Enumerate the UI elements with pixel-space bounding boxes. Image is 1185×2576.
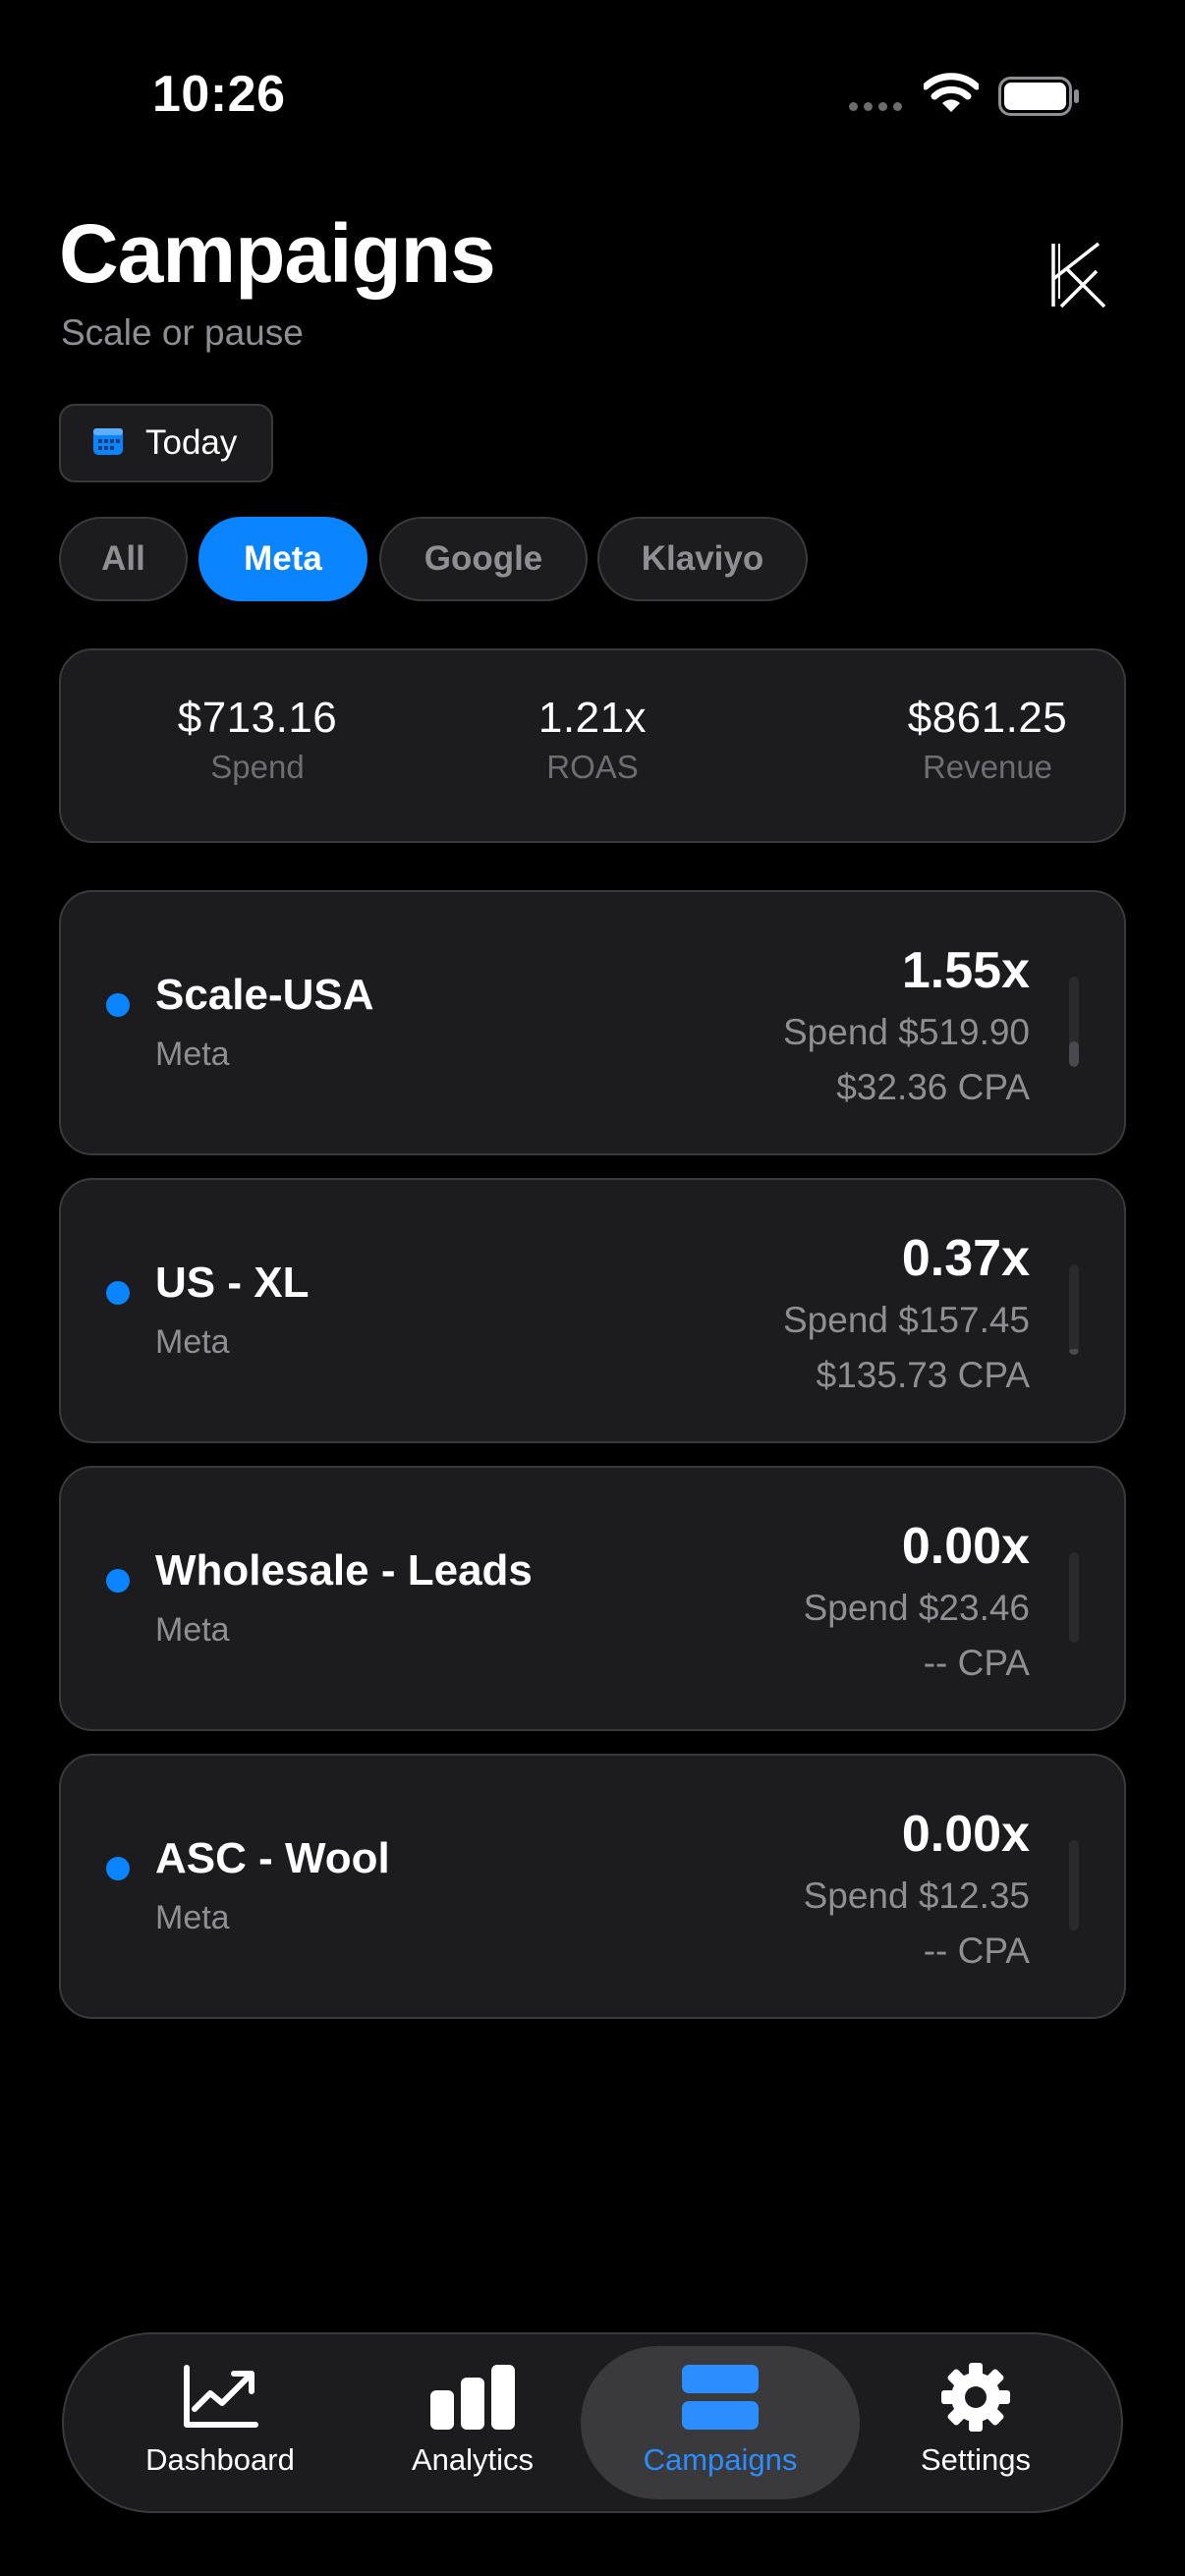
campaign-spend-bar xyxy=(1069,977,1079,1067)
brand-logo-icon xyxy=(1047,240,1108,315)
campaign-card[interactable]: US - XL Meta 0.37x Spend $157.45 $135.73… xyxy=(59,1178,1126,1443)
campaign-cpa: $135.73 CPA xyxy=(816,1355,1030,1395)
campaign-spend: Spend $23.46 xyxy=(803,1588,1030,1628)
battery-icon xyxy=(998,77,1081,121)
page-subtitle: Scale or pause xyxy=(61,312,304,353)
summary-roas: 1.21x ROAS xyxy=(445,694,740,786)
campaign-roas: 1.55x xyxy=(901,942,1030,999)
status-dot-icon xyxy=(106,1281,130,1305)
date-filter-button[interactable]: Today xyxy=(59,404,273,482)
date-filter-label: Today xyxy=(145,423,238,462)
stack-icon xyxy=(682,2362,759,2433)
campaign-name: US - XL xyxy=(155,1259,310,1307)
summary-card: $713.16 Spend 1.21x ROAS $861.25 Revenue xyxy=(59,648,1126,843)
gear-icon xyxy=(939,2362,1012,2433)
chart-line-icon xyxy=(181,2362,259,2433)
campaign-platform: Meta xyxy=(155,1611,230,1649)
campaign-name: Wholesale - Leads xyxy=(155,1546,533,1595)
campaign-cpa: -- CPA xyxy=(923,1643,1030,1683)
bar-chart-icon xyxy=(428,2362,517,2433)
summary-revenue-value: $861.25 xyxy=(907,694,1068,742)
tab-dashboard-label: Dashboard xyxy=(145,2442,295,2477)
summary-revenue-label: Revenue xyxy=(922,749,1053,785)
cellular-signal-icon xyxy=(849,102,902,111)
campaign-card[interactable]: ASC - Wool Meta 0.00x Spend $12.35 -- CP… xyxy=(59,1754,1126,2019)
campaign-spend-bar xyxy=(1069,1264,1079,1355)
campaign-spend-bar xyxy=(1069,1552,1079,1643)
status-dot-icon xyxy=(106,993,130,1017)
calendar-icon xyxy=(92,426,124,461)
tab-analytics-label: Analytics xyxy=(411,2442,535,2477)
status-dot-icon xyxy=(106,1569,130,1593)
tab-bar: Dashboard Analytics Campaigns Settings xyxy=(62,2332,1123,2513)
summary-spend: $713.16 Spend xyxy=(110,694,405,786)
campaign-spend-bar-fill xyxy=(1069,1041,1079,1067)
campaign-platform: Meta xyxy=(155,1323,230,1361)
campaign-roas: 0.00x xyxy=(901,1518,1030,1575)
campaign-spend: Spend $157.45 xyxy=(782,1300,1030,1340)
campaign-roas: 0.37x xyxy=(901,1230,1030,1287)
campaign-spend: Spend $12.35 xyxy=(803,1876,1030,1916)
campaign-name: Scale-USA xyxy=(155,971,374,1019)
campaign-platform: Meta xyxy=(155,1899,230,1936)
campaign-spend-bar xyxy=(1069,1840,1079,1931)
campaign-spend-bar-fill xyxy=(1069,1349,1079,1355)
campaign-spend: Spend $519.90 xyxy=(782,1012,1030,1052)
filter-pill-all[interactable]: All xyxy=(59,517,188,601)
summary-spend-label: Spend xyxy=(210,749,305,785)
campaign-cpa: $32.36 CPA xyxy=(836,1067,1030,1107)
summary-revenue: $861.25 Revenue xyxy=(840,694,1135,786)
campaign-platform: Meta xyxy=(155,1036,230,1073)
summary-spend-value: $713.16 xyxy=(177,694,338,742)
campaign-roas: 0.00x xyxy=(901,1806,1030,1863)
tab-settings-label: Settings xyxy=(920,2442,1031,2477)
campaign-name: ASC - Wool xyxy=(155,1834,390,1882)
filter-pill-meta[interactable]: Meta xyxy=(198,517,367,601)
wifi-icon xyxy=(922,73,981,119)
summary-roas-label: ROAS xyxy=(546,749,639,785)
campaign-card[interactable]: Wholesale - Leads Meta 0.00x Spend $23.4… xyxy=(59,1466,1126,1731)
tab-settings[interactable]: Settings xyxy=(875,2346,1076,2499)
page-title: Campaigns xyxy=(59,207,496,300)
filter-pill-google[interactable]: Google xyxy=(379,517,588,601)
tab-campaigns[interactable]: Campaigns xyxy=(581,2346,860,2499)
summary-roas-value: 1.21x xyxy=(537,694,648,742)
tab-campaigns-label: Campaigns xyxy=(643,2442,798,2477)
tab-analytics[interactable]: Analytics xyxy=(366,2346,580,2499)
status-dot-icon xyxy=(106,1857,130,1880)
filter-pill-klaviyo[interactable]: Klaviyo xyxy=(597,517,808,601)
tab-dashboard[interactable]: Dashboard xyxy=(113,2346,327,2499)
campaign-card[interactable]: Scale-USA Meta 1.55x Spend $519.90 $32.3… xyxy=(59,890,1126,1155)
campaign-cpa: -- CPA xyxy=(923,1931,1030,1971)
status-time: 10:26 xyxy=(152,66,286,123)
